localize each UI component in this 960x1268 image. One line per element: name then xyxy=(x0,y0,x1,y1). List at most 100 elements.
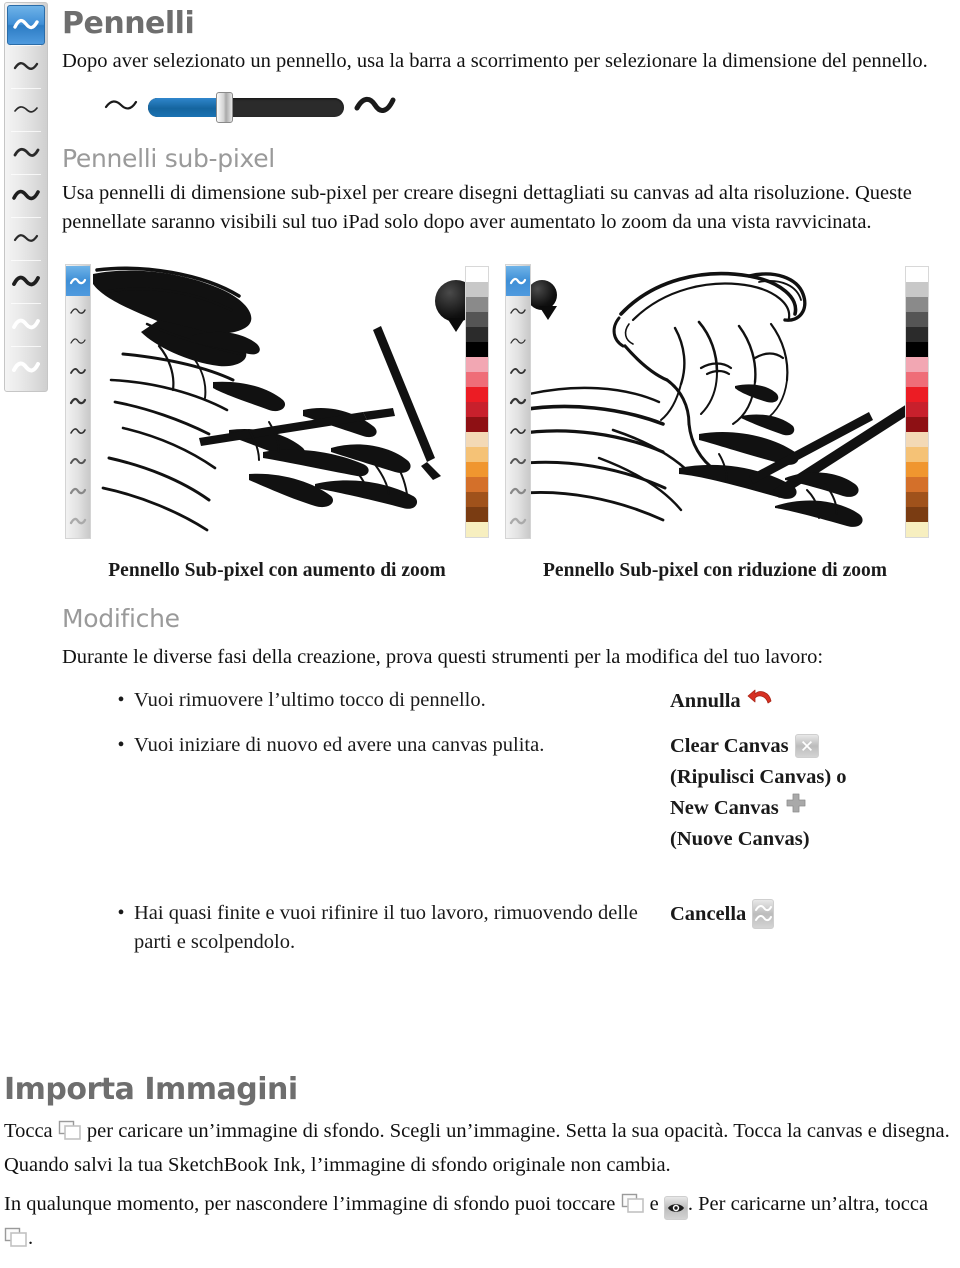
figure-brush-item[interactable] xyxy=(66,506,90,536)
brush-stroke-icon xyxy=(13,60,39,73)
figure-brush-item[interactable] xyxy=(506,416,530,446)
figure-brush-item[interactable] xyxy=(506,476,530,506)
color-swatch[interactable] xyxy=(466,402,488,418)
figure-brush-item[interactable] xyxy=(66,386,90,416)
color-swatch[interactable] xyxy=(906,492,928,508)
color-swatch[interactable] xyxy=(466,507,488,523)
ink-illustration-zoom-out xyxy=(503,262,933,544)
figure-subpixel-zoom-out xyxy=(502,261,934,545)
undo-tool-label: Annulla xyxy=(670,690,741,713)
color-swatch[interactable] xyxy=(906,447,928,463)
figure-brush-item[interactable] xyxy=(66,446,90,476)
brush-palette-item-5[interactable] xyxy=(6,174,46,217)
figure-captions-row: Pennello Sub-pixel con aumento di zoom P… xyxy=(62,558,942,584)
color-swatch[interactable] xyxy=(466,297,488,313)
image-layers-icon[interactable] xyxy=(4,1227,28,1258)
brush-palette-item-9[interactable] xyxy=(6,346,46,389)
new-canvas-label: New Canvas xyxy=(670,796,779,819)
color-swatch[interactable] xyxy=(906,267,928,283)
subpixel-paragraph: Usa pennelli di dimensione sub-pixel per… xyxy=(62,182,912,234)
figure-brush-item[interactable] xyxy=(66,476,90,506)
color-swatch[interactable] xyxy=(906,477,928,493)
color-swatch[interactable] xyxy=(466,477,488,493)
figure-brush-item[interactable] xyxy=(506,446,530,476)
figure-brush-strip[interactable] xyxy=(505,264,531,540)
eye-visibility-icon[interactable] xyxy=(663,1196,688,1221)
clear-canvas-label: Clear Canvas xyxy=(670,734,789,757)
color-swatch[interactable] xyxy=(906,507,928,523)
edit-row-tools: Clear Canvas (Ripulisci Canvas) o New Ca… xyxy=(662,731,942,855)
color-swatch[interactable] xyxy=(466,327,488,343)
color-swatch[interactable] xyxy=(466,432,488,448)
color-swatch[interactable] xyxy=(906,342,928,358)
figure-brush-item[interactable] xyxy=(506,506,530,536)
figure-brush-item[interactable] xyxy=(66,326,90,356)
brush-palette-strip[interactable] xyxy=(4,2,48,392)
figure-brush-item[interactable] xyxy=(506,356,530,386)
brush-stroke-icon xyxy=(13,18,39,32)
color-swatch[interactable] xyxy=(906,462,928,478)
color-swatch[interactable] xyxy=(906,402,928,418)
color-swatch[interactable] xyxy=(466,522,488,538)
figure-brush-item[interactable] xyxy=(66,296,90,326)
close-x-icon[interactable] xyxy=(794,734,819,759)
brush-stroke-icon xyxy=(12,188,40,203)
color-swatch[interactable] xyxy=(466,492,488,508)
main-content: Pennelli Dopo aver selezionato un pennel… xyxy=(62,0,942,957)
color-swatch[interactable] xyxy=(466,342,488,358)
color-swatch[interactable] xyxy=(906,387,928,403)
color-swatch[interactable] xyxy=(906,522,928,538)
brush-palette-item-3[interactable] xyxy=(6,88,46,131)
color-swatch[interactable] xyxy=(466,372,488,388)
color-swatch[interactable] xyxy=(466,267,488,283)
figure-brush-item-selected[interactable] xyxy=(66,266,90,297)
pennelli-intro-text: Dopo aver selezionato un pennello, usa l… xyxy=(62,50,928,72)
slider-knob[interactable] xyxy=(216,91,233,123)
color-swatch[interactable] xyxy=(906,327,928,343)
erase-tool-label: Cancella xyxy=(670,902,747,925)
figure-brush-item[interactable] xyxy=(506,296,530,326)
color-swatch[interactable] xyxy=(906,417,928,433)
brush-palette-item-8[interactable] xyxy=(6,303,46,346)
color-swatch[interactable] xyxy=(906,432,928,448)
image-layers-icon[interactable] xyxy=(58,1120,82,1151)
color-swatch[interactable] xyxy=(906,372,928,388)
figure-brush-strip[interactable] xyxy=(65,264,91,540)
color-swatch[interactable] xyxy=(466,417,488,433)
ink-color-blob[interactable] xyxy=(527,280,557,321)
eraser-stroke-icon[interactable] xyxy=(752,899,775,930)
edit-description: Vuoi iniziare di nuovo ed avere una canv… xyxy=(134,733,545,756)
figure-brush-item[interactable] xyxy=(66,356,90,386)
brush-palette-item-7[interactable] xyxy=(6,260,46,303)
undo-arrow-icon[interactable] xyxy=(747,686,773,717)
figure-brush-item[interactable] xyxy=(506,326,530,356)
figure-color-palette[interactable] xyxy=(465,266,489,539)
plus-icon[interactable] xyxy=(785,792,807,824)
color-swatch[interactable] xyxy=(466,357,488,373)
brush-palette-item-1[interactable] xyxy=(7,5,45,45)
color-swatch[interactable] xyxy=(906,297,928,313)
brush-size-slider[interactable] xyxy=(104,90,942,124)
color-swatch[interactable] xyxy=(466,387,488,403)
brush-palette-item-4[interactable] xyxy=(6,131,46,174)
brush-stroke-icon xyxy=(12,360,40,375)
figure-color-palette[interactable] xyxy=(905,266,929,539)
color-swatch[interactable] xyxy=(906,312,928,328)
importa-paragraph-1: Tocca per caricare un’immagine di sfondo… xyxy=(4,1117,956,1180)
color-swatch[interactable] xyxy=(466,282,488,298)
color-swatch[interactable] xyxy=(466,462,488,478)
figure-brush-item-selected[interactable] xyxy=(506,266,530,297)
brush-palette-item-2[interactable] xyxy=(6,45,46,88)
color-swatch[interactable] xyxy=(906,282,928,298)
figure-brush-item[interactable] xyxy=(66,416,90,446)
edit-row-tools: Cancella xyxy=(662,899,942,930)
small-brush-stroke-icon xyxy=(104,97,138,118)
color-swatch[interactable] xyxy=(906,357,928,373)
color-swatch[interactable] xyxy=(466,447,488,463)
brush-stroke-icon xyxy=(13,232,39,245)
image-layers-icon[interactable] xyxy=(621,1193,645,1224)
figure-brush-item[interactable] xyxy=(506,386,530,416)
brush-palette-item-6[interactable] xyxy=(6,217,46,260)
slider-track[interactable] xyxy=(148,91,344,123)
color-swatch[interactable] xyxy=(466,312,488,328)
